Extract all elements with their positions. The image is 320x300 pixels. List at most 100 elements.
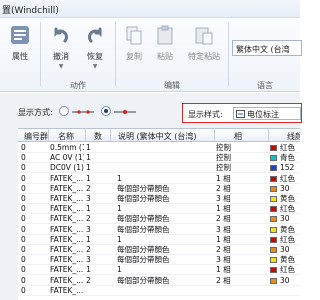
display-style-select[interactable]: 电位标注 — [233, 107, 301, 120]
column-divider[interactable] — [214, 129, 215, 142]
cell-group: 0 — [21, 275, 26, 285]
cell-group: 0 — [21, 255, 26, 265]
cell-phase: 1 相 — [216, 204, 231, 214]
paste-icon — [157, 25, 173, 45]
wire-table: 编号群 名称 数 说明 (繁体中文 (台湾) 相 线颜 00.5mm (1)1控… — [18, 128, 300, 300]
paste-special-icon — [195, 27, 213, 45]
cell-phase: 3 相 — [216, 194, 231, 203]
column-divider[interactable] — [110, 129, 111, 142]
cell-phase: 2 相 — [216, 275, 231, 285]
cell-group: 0 — [21, 173, 26, 183]
table-row[interactable]: 0 FATEK_... 2 每個部分帶顏色 2 相 30 — [18, 245, 300, 255]
cell-phase: 控制 — [216, 143, 231, 152]
cell-group: 0 — [21, 183, 26, 193]
color-swatch — [270, 185, 277, 192]
table-row[interactable]: 0 FATEK_... — [18, 286, 300, 296]
redo-button[interactable]: 恢复 ▼ — [82, 24, 108, 70]
cell-group: 0 — [21, 163, 26, 173]
table-row[interactable]: 0 DC0V (1) 1 控制 152 — [18, 163, 300, 174]
cell-phase: 1 相 — [216, 234, 231, 244]
cell-description: 1 — [117, 173, 122, 183]
table-row[interactable]: 0 FATEK_... 2 每個部分帶顏色 2 相 30 — [18, 276, 300, 286]
cell-name: FATEK_... — [50, 224, 84, 234]
display-style-value: 电位标注 — [247, 110, 279, 119]
paste-special-button[interactable]: 特定粘贴 — [182, 24, 226, 62]
cell-wire-color: 红色 — [280, 173, 295, 183]
table-row[interactable]: 0 FATEK_... 2 每個部分帶顏色 2 相 30 — [18, 184, 300, 194]
column-header-name[interactable]: 名称 — [58, 131, 74, 142]
redo-icon — [88, 27, 102, 43]
ribbon-toolbar: 属性 撤消 ▼ 恢复 ▼ 动作 复制 粘贴 特定粘贴 编辑 繁体中文 (台湾 语… — [0, 18, 302, 92]
column-divider[interactable] — [85, 129, 86, 142]
copy-button[interactable]: 复制 — [121, 24, 147, 62]
chevron-down-icon[interactable]: ▼ — [82, 63, 108, 70]
color-swatch — [270, 236, 277, 243]
color-swatch — [270, 247, 277, 253]
table-row[interactable]: 0 FATEK_... 3 每個部分帶顏色 3 相 黄色 — [18, 194, 300, 204]
cell-phase: 1 相 — [216, 173, 231, 183]
language-select[interactable]: 繁体中文 (台湾 — [232, 40, 302, 56]
cell-wire-color: 红色 — [280, 265, 295, 275]
properties-button[interactable]: 属性 — [6, 24, 34, 62]
cell-description: 1 — [117, 234, 122, 244]
cell-description: 每個部分帶顏色 — [117, 183, 170, 193]
cell-phase: 2 相 — [216, 214, 231, 224]
redo-label: 恢复 — [87, 52, 103, 61]
cell-group: 0 — [21, 224, 26, 234]
table-row[interactable]: 0 AC 0V (1) 1 控制 青色 — [18, 153, 300, 164]
table-row[interactable]: 0 FATEK_... 1 1 1 相红色 — [18, 265, 300, 276]
cell-name: FATEK_... — [50, 173, 84, 183]
paste-button[interactable]: 粘贴 — [152, 24, 178, 62]
column-header-wire-color[interactable]: 线颜 — [287, 131, 300, 142]
table-row[interactable]: 0 FATEK_... 1 1 1 相红色 — [18, 204, 300, 215]
cell-description: 每個部分帶顏色 — [117, 275, 170, 285]
cell-description: 每個部分帶顏色 — [117, 245, 170, 254]
display-mode-radio-1[interactable] — [59, 106, 69, 116]
color-swatch — [270, 226, 277, 233]
title-bar: 置(Windchill) — [0, 0, 300, 18]
column-divider[interactable] — [48, 129, 49, 142]
content-panel: 显示方式: 显示样式: 电位标注 编号群 名称 数 说明 (繁体中文 (台湾) … — [0, 93, 302, 300]
color-swatch — [270, 277, 277, 284]
column-header-group[interactable]: 编号群 — [24, 131, 48, 142]
cell-wire-color: 30 — [280, 214, 290, 224]
cell-name: FATEK_... — [50, 204, 84, 214]
cell-name: FATEK_... — [50, 194, 84, 203]
table-row[interactable]: 0 FATEK_... 3 每個部分帶顏色 3 相 黄色 — [18, 225, 300, 235]
cell-wire-color: 黄色 — [280, 194, 295, 203]
chevron-down-icon[interactable]: ▼ — [48, 63, 74, 70]
display-mode-label: 显示方式: — [18, 108, 53, 117]
copy-icon — [126, 26, 142, 45]
table-row[interactable]: 0 FATEK_... 2 每個部分帶顏色 2 相 30 — [18, 214, 300, 225]
cell-description: 1 — [117, 204, 122, 214]
table-row[interactable]: 0 FATEK_... 1 1 1 相红色 — [18, 174, 300, 184]
cell-count: 1 — [86, 234, 91, 244]
cell-wire-color: 30 — [280, 245, 290, 254]
cell-name: FATEK_... — [50, 285, 84, 295]
window-title: 置(Windchill) — [2, 6, 59, 16]
column-header-description[interactable]: 说明 (繁体中文 (台湾) — [118, 131, 196, 142]
cell-group: 0 — [21, 234, 26, 244]
color-swatch — [270, 206, 277, 213]
cell-group: 0 — [21, 214, 26, 224]
column-header-phase[interactable]: 相 — [234, 131, 242, 142]
cell-description: 每個部分帶顏色 — [117, 194, 170, 203]
display-mode-radio-2[interactable] — [101, 106, 111, 116]
table-row[interactable]: 0 FATEK_... 1 1 1 相红色 — [18, 235, 300, 245]
undo-button[interactable]: 撤消 ▼ — [48, 24, 74, 70]
cell-group: 0 — [21, 204, 26, 214]
cell-wire-color: 30 — [280, 183, 290, 193]
table-row[interactable]: 0 FATEK_... 3 每個部分帶顏色 3 相 黄色 — [18, 255, 300, 266]
cell-phase: 3 相 — [216, 224, 231, 234]
cell-name: FATEK_... — [50, 255, 84, 265]
cell-count: 2 — [86, 275, 91, 285]
color-swatch — [270, 267, 277, 274]
column-divider[interactable] — [268, 129, 269, 142]
cell-phase: 2 相 — [216, 183, 231, 193]
table-header: 编号群 名称 数 说明 (繁体中文 (台湾) 相 线颜 — [18, 129, 300, 142]
table-row[interactable]: 0 0.5mm (1)1 控制 红色 — [18, 143, 300, 153]
cell-name: FATEK_... — [50, 183, 84, 193]
column-header-count[interactable]: 数 — [94, 131, 102, 142]
paste-label: 粘贴 — [157, 52, 173, 61]
cell-wire-color: 30 — [280, 275, 290, 285]
